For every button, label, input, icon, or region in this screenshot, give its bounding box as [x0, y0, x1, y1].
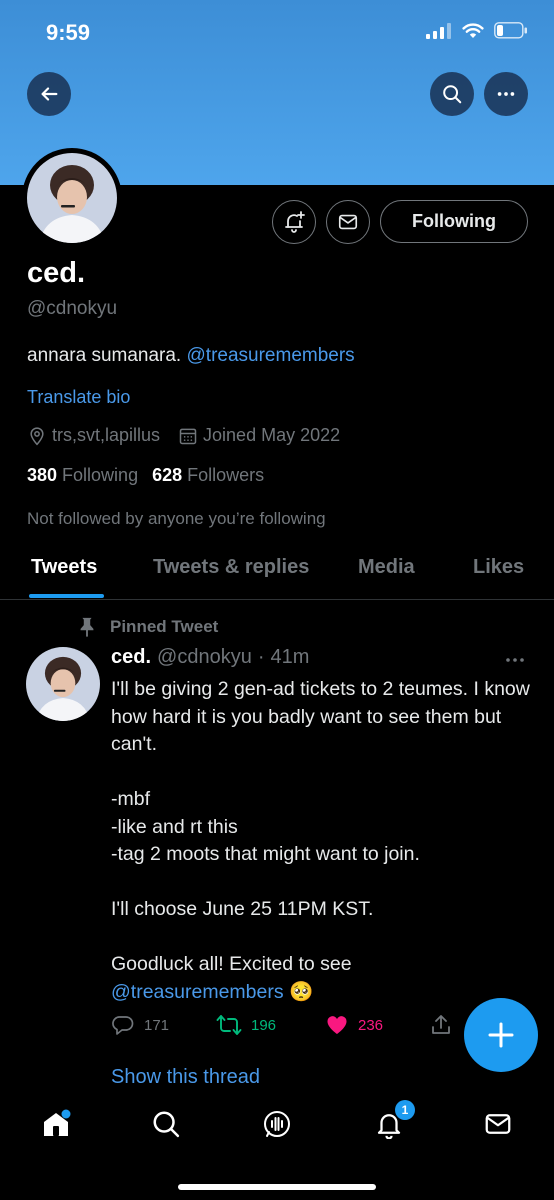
- wifi-icon: [462, 22, 484, 38]
- search-button[interactable]: [430, 72, 474, 116]
- mail-icon: [338, 214, 358, 230]
- active-tab-indicator: [29, 594, 104, 598]
- tab-tweets-replies[interactable]: Tweets & replies: [153, 556, 309, 579]
- profile-meta: trs,svt,lapillus Joined May 2022: [27, 425, 358, 446]
- tweet-line: I'll be giving 2 gen-ad tickets to 2 teu…: [111, 678, 530, 755]
- status-time: 9:59: [46, 20, 91, 45]
- search-icon: [153, 1111, 180, 1138]
- status-bar: 9:59: [0, 0, 554, 64]
- following-button[interactable]: Following: [380, 200, 528, 243]
- retweet-icon: [216, 1015, 242, 1035]
- profile-tabs: Tweets Tweets & replies Media Likes: [0, 548, 554, 600]
- followers-label: Followers: [187, 465, 265, 485]
- back-button[interactable]: [27, 72, 71, 116]
- retweet-button[interactable]: 196: [216, 1013, 276, 1037]
- reply-count: 171: [144, 1016, 170, 1034]
- not-followed-notice: Not followed by anyone you’re following: [27, 509, 326, 528]
- pinned-text: Pinned Tweet: [110, 617, 219, 636]
- following-count: 380: [27, 465, 58, 485]
- following-count-link[interactable]: 380 Following: [27, 465, 138, 486]
- show-thread-link[interactable]: Show this thread: [111, 1066, 260, 1089]
- tweet-time: 41m: [270, 646, 310, 668]
- joined-item: Joined May 2022: [178, 425, 340, 446]
- compose-tweet-button[interactable]: [464, 998, 538, 1072]
- battery-icon: [494, 22, 527, 39]
- followers-count: 628: [152, 465, 183, 485]
- display-name: ced.: [27, 257, 86, 289]
- profile-handle: @cdnokyu: [27, 298, 118, 319]
- pinned-label: Pinned Tweet: [76, 616, 218, 638]
- nav-spaces[interactable]: [257, 1104, 297, 1144]
- share-icon: [432, 1015, 450, 1034]
- avatar-image: [27, 153, 117, 243]
- status-icons: [426, 22, 528, 39]
- location-item: trs,svt,lapillus: [27, 425, 160, 446]
- signal-icon: [426, 22, 451, 39]
- pin-icon: [80, 617, 94, 638]
- tweet-last-line: @treasuremembers 🥺: [111, 979, 531, 1007]
- tab-media[interactable]: Media: [358, 556, 415, 579]
- back-arrow-icon: [41, 87, 58, 101]
- reply-icon: [112, 1016, 134, 1035]
- tweet-emoji: 🥺: [289, 980, 314, 1003]
- home-icon: [44, 1109, 71, 1136]
- spaces-icon: [264, 1111, 290, 1137]
- nav-home[interactable]: [36, 1104, 76, 1144]
- tweet-line: -like and rt this: [111, 815, 238, 838]
- reply-button[interactable]: 171: [111, 1013, 169, 1037]
- tweet-separator: ·: [257, 646, 265, 668]
- tweet-avatar[interactable]: [26, 647, 100, 721]
- location-icon: [30, 426, 44, 445]
- notify-button[interactable]: [272, 200, 316, 244]
- tweet-line: -tag 2 moots that might want to join.: [111, 843, 420, 865]
- retweet-count: 196: [251, 1016, 277, 1034]
- like-button[interactable]: 236: [325, 1013, 383, 1037]
- mail-icon: [485, 1114, 511, 1134]
- tab-tweets[interactable]: Tweets: [31, 556, 97, 579]
- translate-bio-link[interactable]: Translate bio: [27, 387, 130, 408]
- tab-likes[interactable]: Likes: [473, 556, 524, 579]
- notifications-badge: 1: [395, 1100, 415, 1120]
- following-label: Following: [62, 465, 139, 485]
- bio-text: annara sumanara.: [27, 345, 187, 366]
- share-button[interactable]: [429, 1013, 453, 1037]
- tweet-actions: 171 196 236: [111, 1013, 461, 1043]
- more-icon: [497, 92, 515, 96]
- tweet-author-name[interactable]: ced.: [111, 646, 151, 669]
- tweet-more-icon[interactable]: [505, 646, 525, 669]
- location-text: trs,svt,lapillus: [52, 425, 161, 445]
- follow-counts: 380 Following 628 Followers: [27, 465, 264, 486]
- add-notification-icon: [285, 211, 305, 233]
- followers-count-link[interactable]: 628 Followers: [152, 465, 264, 486]
- calendar-icon: [179, 428, 197, 444]
- home-indicator: [178, 1184, 376, 1190]
- tweet-line: I'll choose June 25 11PM KST.: [111, 898, 374, 920]
- tweet-mention-link[interactable]: @treasuremembers: [111, 981, 284, 1003]
- joined-text: Joined May 2022: [203, 425, 341, 445]
- heart-icon: [327, 1016, 347, 1034]
- nav-search[interactable]: [146, 1104, 186, 1144]
- more-button[interactable]: [484, 72, 528, 116]
- tweet-header: ced. @cdnokyu · 41m: [111, 646, 309, 669]
- message-button[interactable]: [326, 200, 370, 244]
- like-count: 236: [358, 1016, 384, 1034]
- search-icon: [443, 85, 462, 104]
- profile-avatar[interactable]: [22, 148, 122, 248]
- tweet-line: -mbf: [111, 788, 150, 810]
- nav-messages[interactable]: [478, 1104, 518, 1144]
- tweet-author-handle[interactable]: @cdnokyu: [157, 646, 252, 669]
- tweet-line: Goodluck all! Excited to see: [111, 953, 352, 975]
- compose-plus-icon: [488, 1022, 514, 1048]
- tweet-body: I'll be giving 2 gen-ad tickets to 2 teu…: [111, 676, 531, 1006]
- profile-bio: annara sumanara. @treasuremembers: [27, 345, 355, 367]
- bio-mention-link[interactable]: @treasuremembers: [187, 345, 355, 366]
